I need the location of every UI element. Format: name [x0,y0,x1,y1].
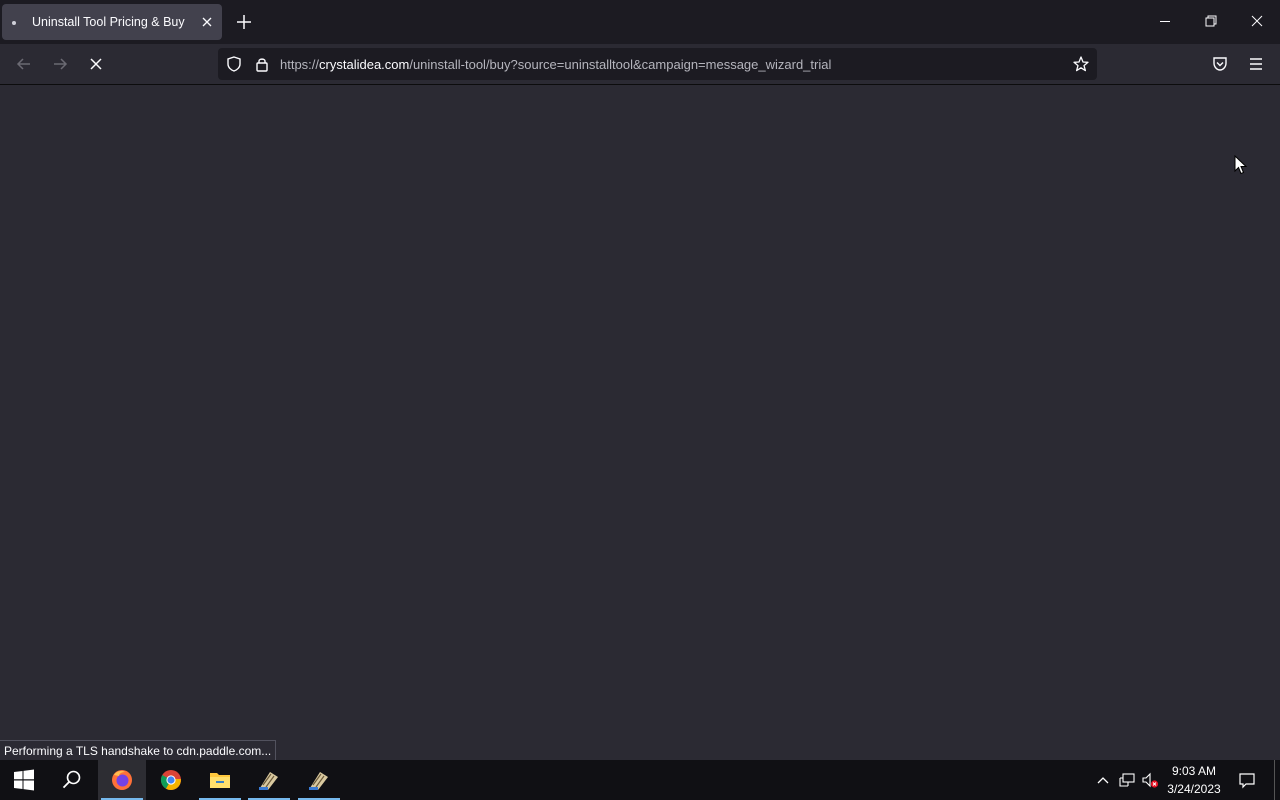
volume-muted-icon[interactable] [1141,770,1159,790]
restore-icon[interactable] [1201,11,1221,31]
close-tab-icon[interactable] [198,13,216,31]
screen: Uninstall Tool Pricing & Buy https://cry… [0,0,1280,800]
minimize-icon[interactable] [1155,11,1175,31]
forward-icon[interactable] [50,54,70,74]
hamburger-menu-icon[interactable] [1246,54,1266,74]
start-icon [14,769,34,791]
action-center-icon[interactable] [1238,770,1256,790]
clock-date[interactable]: 3/24/2023 [1160,782,1228,796]
url-host: crystalidea.com [319,57,410,72]
url-text[interactable]: https://crystalidea.com/uninstall-tool/b… [280,57,831,72]
new-tab-icon[interactable] [234,12,254,32]
lock-icon[interactable] [253,55,271,73]
back-icon[interactable] [14,54,34,74]
network-icon[interactable] [1118,770,1136,790]
start-button[interactable] [0,760,48,800]
search-button[interactable] [48,760,96,800]
tab-strip: Uninstall Tool Pricing & Buy [0,0,1280,44]
search-icon [62,770,81,789]
chrome-icon [160,770,181,791]
url-bar[interactable]: https://crystalidea.com/uninstall-tool/b… [218,48,1097,80]
close-window-icon[interactable] [1247,11,1267,31]
uninstall-tool-icon [309,772,328,790]
status-panel: Performing a TLS handshake to cdn.paddle… [0,740,277,761]
show-hidden-icons-chevron-up-icon[interactable] [1094,770,1112,790]
firefox-icon [112,770,132,790]
bookmark-star-icon[interactable] [1072,55,1090,73]
taskbar-chrome[interactable] [147,760,195,800]
pocket-icon[interactable] [1210,54,1230,74]
mouse-cursor-icon [1234,155,1248,175]
uninstall-tool-icon [259,772,278,790]
taskbar-file-explorer[interactable] [196,760,244,800]
tab-title: Uninstall Tool Pricing & Buy [32,15,185,29]
taskbar-uninstall-tool-1[interactable] [245,760,293,800]
loading-dot-icon [12,21,16,25]
page-content [0,85,1280,760]
tracking-protection-shield-icon[interactable] [225,55,243,73]
tab-uninstall-tool[interactable]: Uninstall Tool Pricing & Buy [2,4,222,40]
url-path: /uninstall-tool/buy?source=uninstalltool… [409,57,832,72]
navigation-toolbar: https://crystalidea.com/uninstall-tool/b… [0,44,1280,85]
clock-time[interactable]: 9:03 AM [1160,764,1228,778]
taskbar [0,760,1280,800]
taskbar-uninstall-tool-2[interactable] [295,760,343,800]
url-scheme: https:// [280,57,320,72]
taskbar-firefox[interactable] [98,760,146,800]
stop-loading-icon[interactable] [86,54,106,74]
file-explorer-icon [210,773,230,788]
show-desktop-button[interactable] [1274,760,1280,800]
